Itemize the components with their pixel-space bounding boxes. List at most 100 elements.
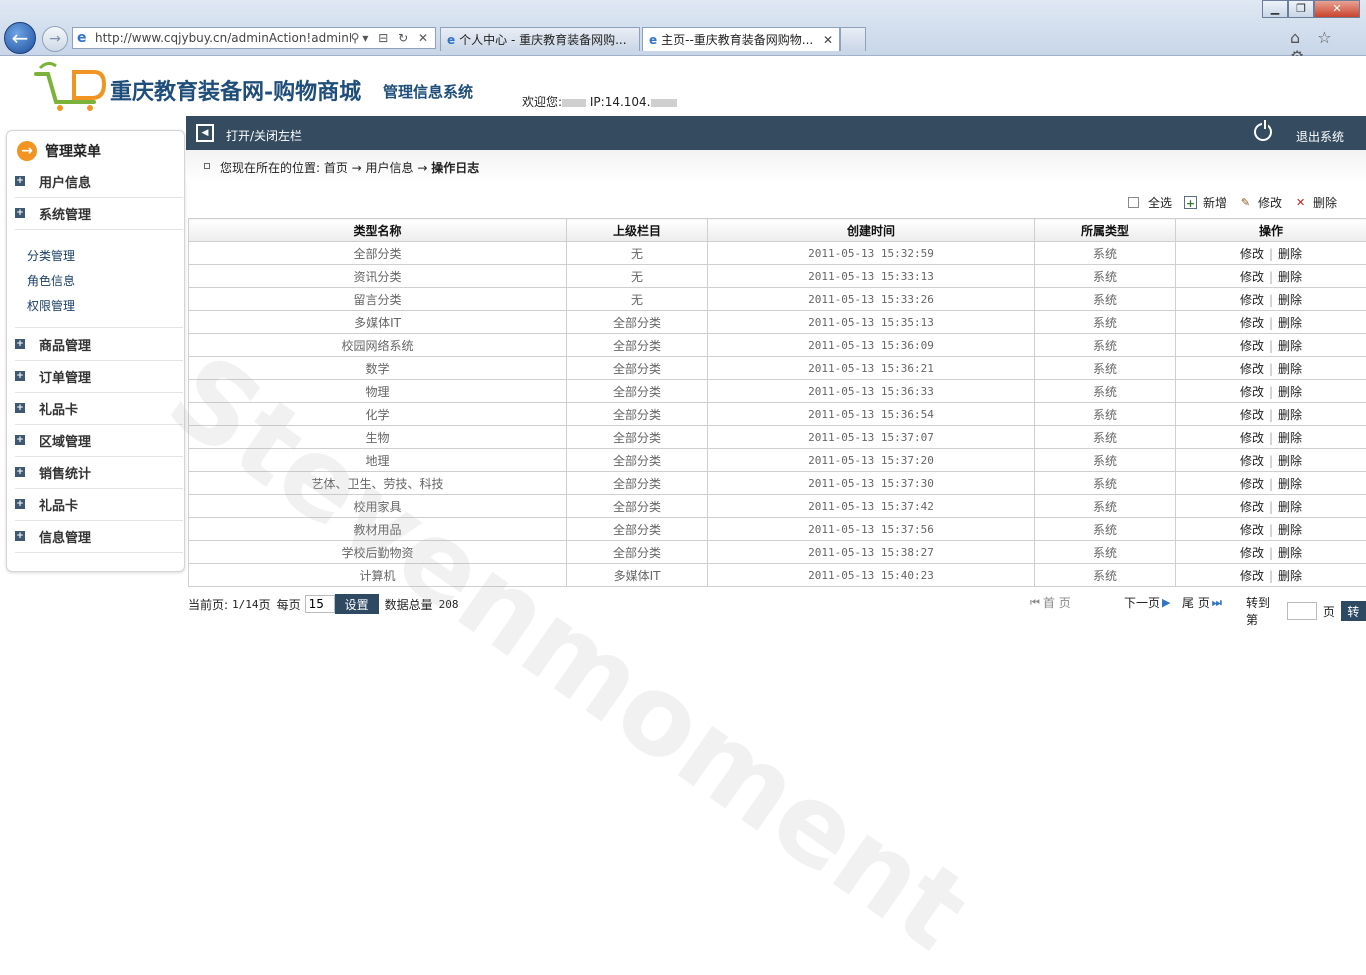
maximize-button[interactable]: ❐ — [1288, 0, 1314, 18]
cell-actions: 修改 | 删除 — [1176, 265, 1366, 288]
table-row: 全部分类无2011-05-13 15:32:59系统修改|删除 — [189, 242, 1366, 265]
table-row: 地理全部分类2011-05-13 15:37:20系统修改|删除 — [189, 449, 1366, 472]
row-edit-link[interactable]: 修改 — [1240, 546, 1264, 560]
row-edit-link[interactable]: 修改 — [1240, 385, 1264, 399]
set-page-size-button[interactable]: 设置 — [335, 594, 379, 614]
cell-type: 系统 — [1035, 380, 1176, 403]
row-delete-link[interactable]: 删除 — [1278, 316, 1302, 330]
sub-item-category-management[interactable]: 分类管理 — [27, 247, 75, 264]
goto-button[interactable]: 转 — [1341, 601, 1366, 621]
sidebar-item-sales-statistics[interactable]: + 销售统计 — [15, 458, 177, 486]
row-delete-link[interactable]: 删除 — [1278, 270, 1302, 284]
url-text[interactable]: http://www.cqjybuy.cn/adminAction!adminL… — [95, 31, 351, 45]
row-delete-link[interactable]: 删除 — [1278, 339, 1302, 353]
sidebar-item-order-management[interactable]: + 订单管理 — [15, 362, 177, 390]
sidebar-item-region-management[interactable]: + 区域管理 — [15, 426, 177, 454]
cell-name: 校用家具 — [189, 495, 567, 518]
select-all-control[interactable]: 全选 — [1128, 194, 1172, 211]
cell-actions: 修改|删除 — [1176, 288, 1366, 311]
row-delete-link[interactable]: 删除 — [1278, 385, 1302, 399]
power-icon[interactable] — [1254, 123, 1272, 141]
row-delete-link[interactable]: 删除 — [1278, 408, 1302, 422]
sub-item-permission-management[interactable]: 权限管理 — [27, 297, 75, 314]
add-button[interactable]: + 新增 — [1184, 194, 1227, 211]
select-all-label[interactable]: 全选 — [1148, 194, 1172, 211]
sidebar-item-gift-card[interactable]: + 礼品卡 — [15, 394, 177, 422]
sub-item-role-info[interactable]: 角色信息 — [27, 272, 75, 289]
address-tools-icon[interactable]: ⚲▾ ⊟ ↻ ✕ — [351, 31, 435, 45]
cell-name: 生物 — [189, 426, 567, 449]
row-edit-link[interactable]: 修改 — [1240, 339, 1264, 353]
row-delete-link[interactable]: 删除 — [1278, 500, 1302, 514]
logout-link[interactable]: 退出系统 — [1296, 128, 1344, 145]
sidebar-item-user-info[interactable]: + 用户信息 — [15, 167, 177, 195]
breadcrumb-current: 操作日志 — [431, 161, 479, 175]
cell-created: 2011-05-13 15:36:33 — [708, 380, 1035, 403]
row-delete-link[interactable]: 删除 — [1278, 523, 1302, 537]
sidebar-header: → 管理菜单 — [17, 141, 101, 161]
row-delete-link[interactable]: 删除 — [1278, 293, 1302, 307]
row-edit-link[interactable]: 修改 — [1240, 454, 1264, 468]
cell-created: 2011-05-13 15:37:56 — [708, 518, 1035, 541]
new-tab-button[interactable] — [840, 27, 866, 51]
row-edit-link[interactable]: 修改 — [1240, 477, 1264, 491]
row-edit-link[interactable]: 修改 — [1240, 569, 1264, 583]
cell-type: 系统 — [1035, 426, 1176, 449]
browser-toolbar: ← → e http://www.cqjybuy.cn/adminAction!… — [0, 0, 1366, 56]
row-edit-link[interactable]: 修改 — [1240, 270, 1264, 284]
add-icon: + — [1184, 196, 1197, 209]
row-delete-link[interactable]: 删除 — [1278, 477, 1302, 491]
cell-parent: 全部分类 — [567, 449, 708, 472]
sidebar: → 管理菜单 + 用户信息 + 系统管理 分类管理 角色信息 权限管理 + 商品… — [6, 130, 185, 572]
row-delete-link[interactable]: 删除 — [1278, 247, 1302, 261]
row-edit-link[interactable]: 修改 — [1240, 247, 1264, 261]
row-edit-link[interactable]: 修改 — [1240, 500, 1264, 514]
select-all-checkbox[interactable] — [1128, 197, 1139, 208]
toggle-sidebar-icon[interactable]: ◀ — [196, 124, 214, 142]
sidebar-item-system-management[interactable]: + 系统管理 — [15, 199, 177, 227]
delete-label: 删除 — [1313, 194, 1337, 211]
row-delete-link[interactable]: 删除 — [1278, 362, 1302, 376]
back-button[interactable]: ← — [4, 22, 36, 54]
forward-button[interactable]: → — [42, 26, 68, 52]
cell-type: 系统 — [1035, 242, 1176, 265]
cell-created: 2011-05-13 15:36:09 — [708, 334, 1035, 357]
sidebar-item-info-management[interactable]: + 信息管理 — [15, 522, 177, 550]
delete-button[interactable]: ✕ 删除 — [1294, 194, 1337, 211]
row-edit-link[interactable]: 修改 — [1240, 362, 1264, 376]
close-tab-icon[interactable]: ✕ — [823, 33, 833, 47]
last-page-link[interactable]: 尾 页 ⏭ — [1182, 594, 1224, 611]
minimize-button[interactable]: ▁ — [1262, 0, 1288, 18]
row-delete-link[interactable]: 删除 — [1278, 546, 1302, 560]
breadcrumb-path[interactable]: 您现在所在的位置: 首页 → 用户信息 → — [220, 161, 431, 175]
row-delete-link[interactable]: 删除 — [1278, 569, 1302, 583]
address-bar[interactable]: e http://www.cqjybuy.cn/adminAction!admi… — [72, 27, 436, 49]
separator: | — [1269, 270, 1273, 284]
row-edit-link[interactable]: 修改 — [1240, 316, 1264, 330]
row-edit-link[interactable]: 修改 — [1240, 431, 1264, 445]
row-edit-link[interactable]: 修改 — [1240, 408, 1264, 422]
goto-page-input[interactable] — [1287, 602, 1317, 620]
category-table: 类型名称 上级栏目 创建时间 所属类型 操作 全部分类无2011-05-13 1… — [188, 218, 1366, 587]
add-label: 新增 — [1203, 194, 1227, 211]
toggle-sidebar-link[interactable]: 打开/关闭左栏 — [226, 127, 302, 144]
row-delete-link[interactable]: 删除 — [1278, 431, 1302, 445]
page-size-input[interactable] — [305, 595, 335, 613]
pencil-icon: ✎ — [1239, 196, 1252, 209]
cell-type: 系统 — [1035, 288, 1176, 311]
tab-home[interactable]: e 主页--重庆教育装备网购物... ✕ — [642, 27, 840, 51]
first-page-link[interactable]: ⏮ 首 页 — [1030, 594, 1071, 611]
tab-personal-center[interactable]: e 个人中心 - 重庆教育装备网购... — [440, 27, 640, 51]
row-edit-link[interactable]: 修改 — [1240, 523, 1264, 537]
close-window-button[interactable]: ✕ — [1314, 0, 1360, 18]
sidebar-item-product-management[interactable]: + 商品管理 — [15, 330, 177, 358]
row-edit-link[interactable]: 修改 — [1240, 293, 1264, 307]
current-page-value: 1/14 — [232, 598, 259, 611]
expand-plus-icon: + — [15, 403, 25, 413]
row-delete-link[interactable]: 删除 — [1278, 454, 1302, 468]
edit-button[interactable]: ✎ 修改 — [1239, 194, 1282, 211]
sidebar-item-gift-card-2[interactable]: + 礼品卡 — [15, 490, 177, 518]
next-page-link[interactable]: 下一页 ▶ — [1124, 594, 1172, 611]
divider — [15, 392, 183, 393]
action-toolbar: 全选 + 新增 ✎ 修改 ✕ 删除 — [1128, 194, 1337, 211]
